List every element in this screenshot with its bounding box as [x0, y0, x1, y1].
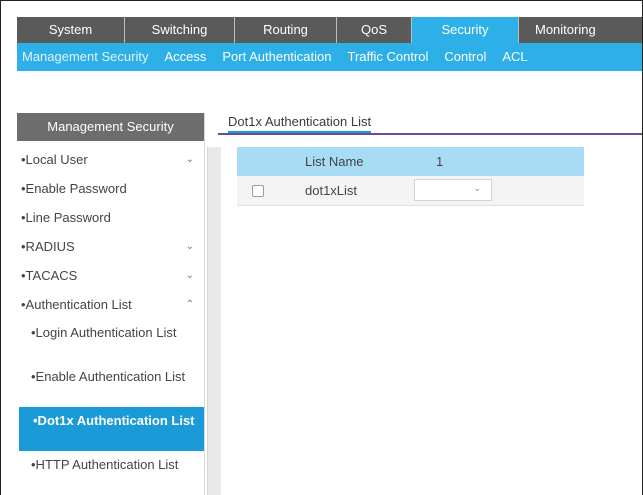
top-nav: System Switching Routing QoS Security Mo…: [17, 17, 642, 43]
sidebar-subitem-http-authentication-list[interactable]: •HTTP Authentication List: [17, 451, 204, 495]
sidebar-subitem-label: •HTTP Authentication List: [31, 457, 179, 472]
sidebar-subitem-label: •Login Authentication List: [31, 325, 177, 340]
sidebar-item-line-password[interactable]: •Line Password: [17, 203, 204, 232]
subnav-traffic-control[interactable]: Traffic Control: [340, 43, 437, 71]
table-row: dot1xList ⌄: [237, 176, 584, 206]
sidebar-item-label: •Local User: [21, 152, 88, 167]
tab-switching[interactable]: Switching: [125, 17, 235, 43]
app-frame: System Switching Routing QoS Security Mo…: [0, 0, 643, 495]
table-cell-order-1: ⌄: [414, 176, 584, 206]
chevron-down-icon: ⌄: [185, 154, 194, 165]
subnav-control[interactable]: Control: [436, 43, 494, 71]
sidebar-subitem-label: •Dot1x Authentication List: [33, 413, 195, 428]
sidebar-subitem-enable-authentication-list[interactable]: •Enable Authentication List: [17, 363, 204, 407]
table-cell-list-name: dot1xList: [279, 176, 414, 206]
sub-nav: Management Security Access Port Authenti…: [17, 43, 642, 71]
chevron-down-icon: ⌄: [185, 241, 194, 252]
authentication-list-table: List Name 1 dot1xList ⌄: [237, 147, 584, 206]
chevron-down-icon: ⌄: [185, 270, 194, 281]
tab-qos[interactable]: QoS: [337, 17, 412, 43]
table-header-order-1: 1: [414, 147, 584, 176]
sidebar-item-enable-password[interactable]: •Enable Password: [17, 174, 204, 203]
chevron-down-icon: ⌄: [473, 183, 481, 194]
table-header-select: [237, 147, 279, 176]
subnav-port-authentication[interactable]: Port Authentication: [214, 43, 339, 71]
sidebar-item-label: •Line Password: [21, 210, 111, 225]
sidebar-item-radius[interactable]: •RADIUS ⌄: [17, 232, 204, 261]
row-select-checkbox[interactable]: [252, 185, 264, 198]
sidebar-item-label: •TACACS: [21, 268, 78, 283]
method-1-select[interactable]: ⌄: [414, 179, 492, 202]
sidebar-scrollbar[interactable]: [207, 147, 221, 495]
chevron-up-icon: ⌃: [185, 299, 194, 310]
main-title-bar: Dot1x Authentication List: [218, 111, 642, 135]
sidebar: Management Security •Local User ⌄ •Enabl…: [17, 113, 221, 495]
sidebar-item-authentication-list[interactable]: •Authentication List ⌃: [17, 290, 204, 319]
subnav-acl[interactable]: ACL: [494, 43, 535, 71]
tab-monitoring[interactable]: Monitoring: [519, 17, 642, 43]
sidebar-subitem-login-authentication-list[interactable]: •Login Authentication List: [17, 319, 204, 363]
tab-routing[interactable]: Routing: [235, 17, 337, 43]
sidebar-header: Management Security: [17, 113, 204, 141]
subnav-access[interactable]: Access: [156, 43, 214, 71]
sidebar-item-label: •RADIUS: [21, 239, 75, 254]
tab-system[interactable]: System: [17, 17, 125, 43]
page-title: Dot1x Authentication List: [228, 114, 372, 133]
sidebar-item-tacacs[interactable]: •TACACS ⌄: [17, 261, 204, 290]
sidebar-subitem-label: •Enable Authentication List: [31, 369, 186, 384]
table-header-list-name: List Name: [279, 147, 414, 176]
tab-security[interactable]: Security: [412, 17, 519, 43]
sidebar-item-label: •Enable Password: [21, 181, 127, 196]
sidebar-item-local-user[interactable]: •Local User ⌄: [17, 145, 204, 174]
subnav-management-security[interactable]: Management Security: [17, 43, 156, 71]
table-cell-select: [237, 176, 279, 206]
sidebar-item-label: •Authentication List: [21, 297, 132, 312]
sidebar-subitem-dot1x-authentication-list[interactable]: •Dot1x Authentication List: [19, 407, 204, 451]
table-header-row: List Name 1: [237, 147, 584, 176]
